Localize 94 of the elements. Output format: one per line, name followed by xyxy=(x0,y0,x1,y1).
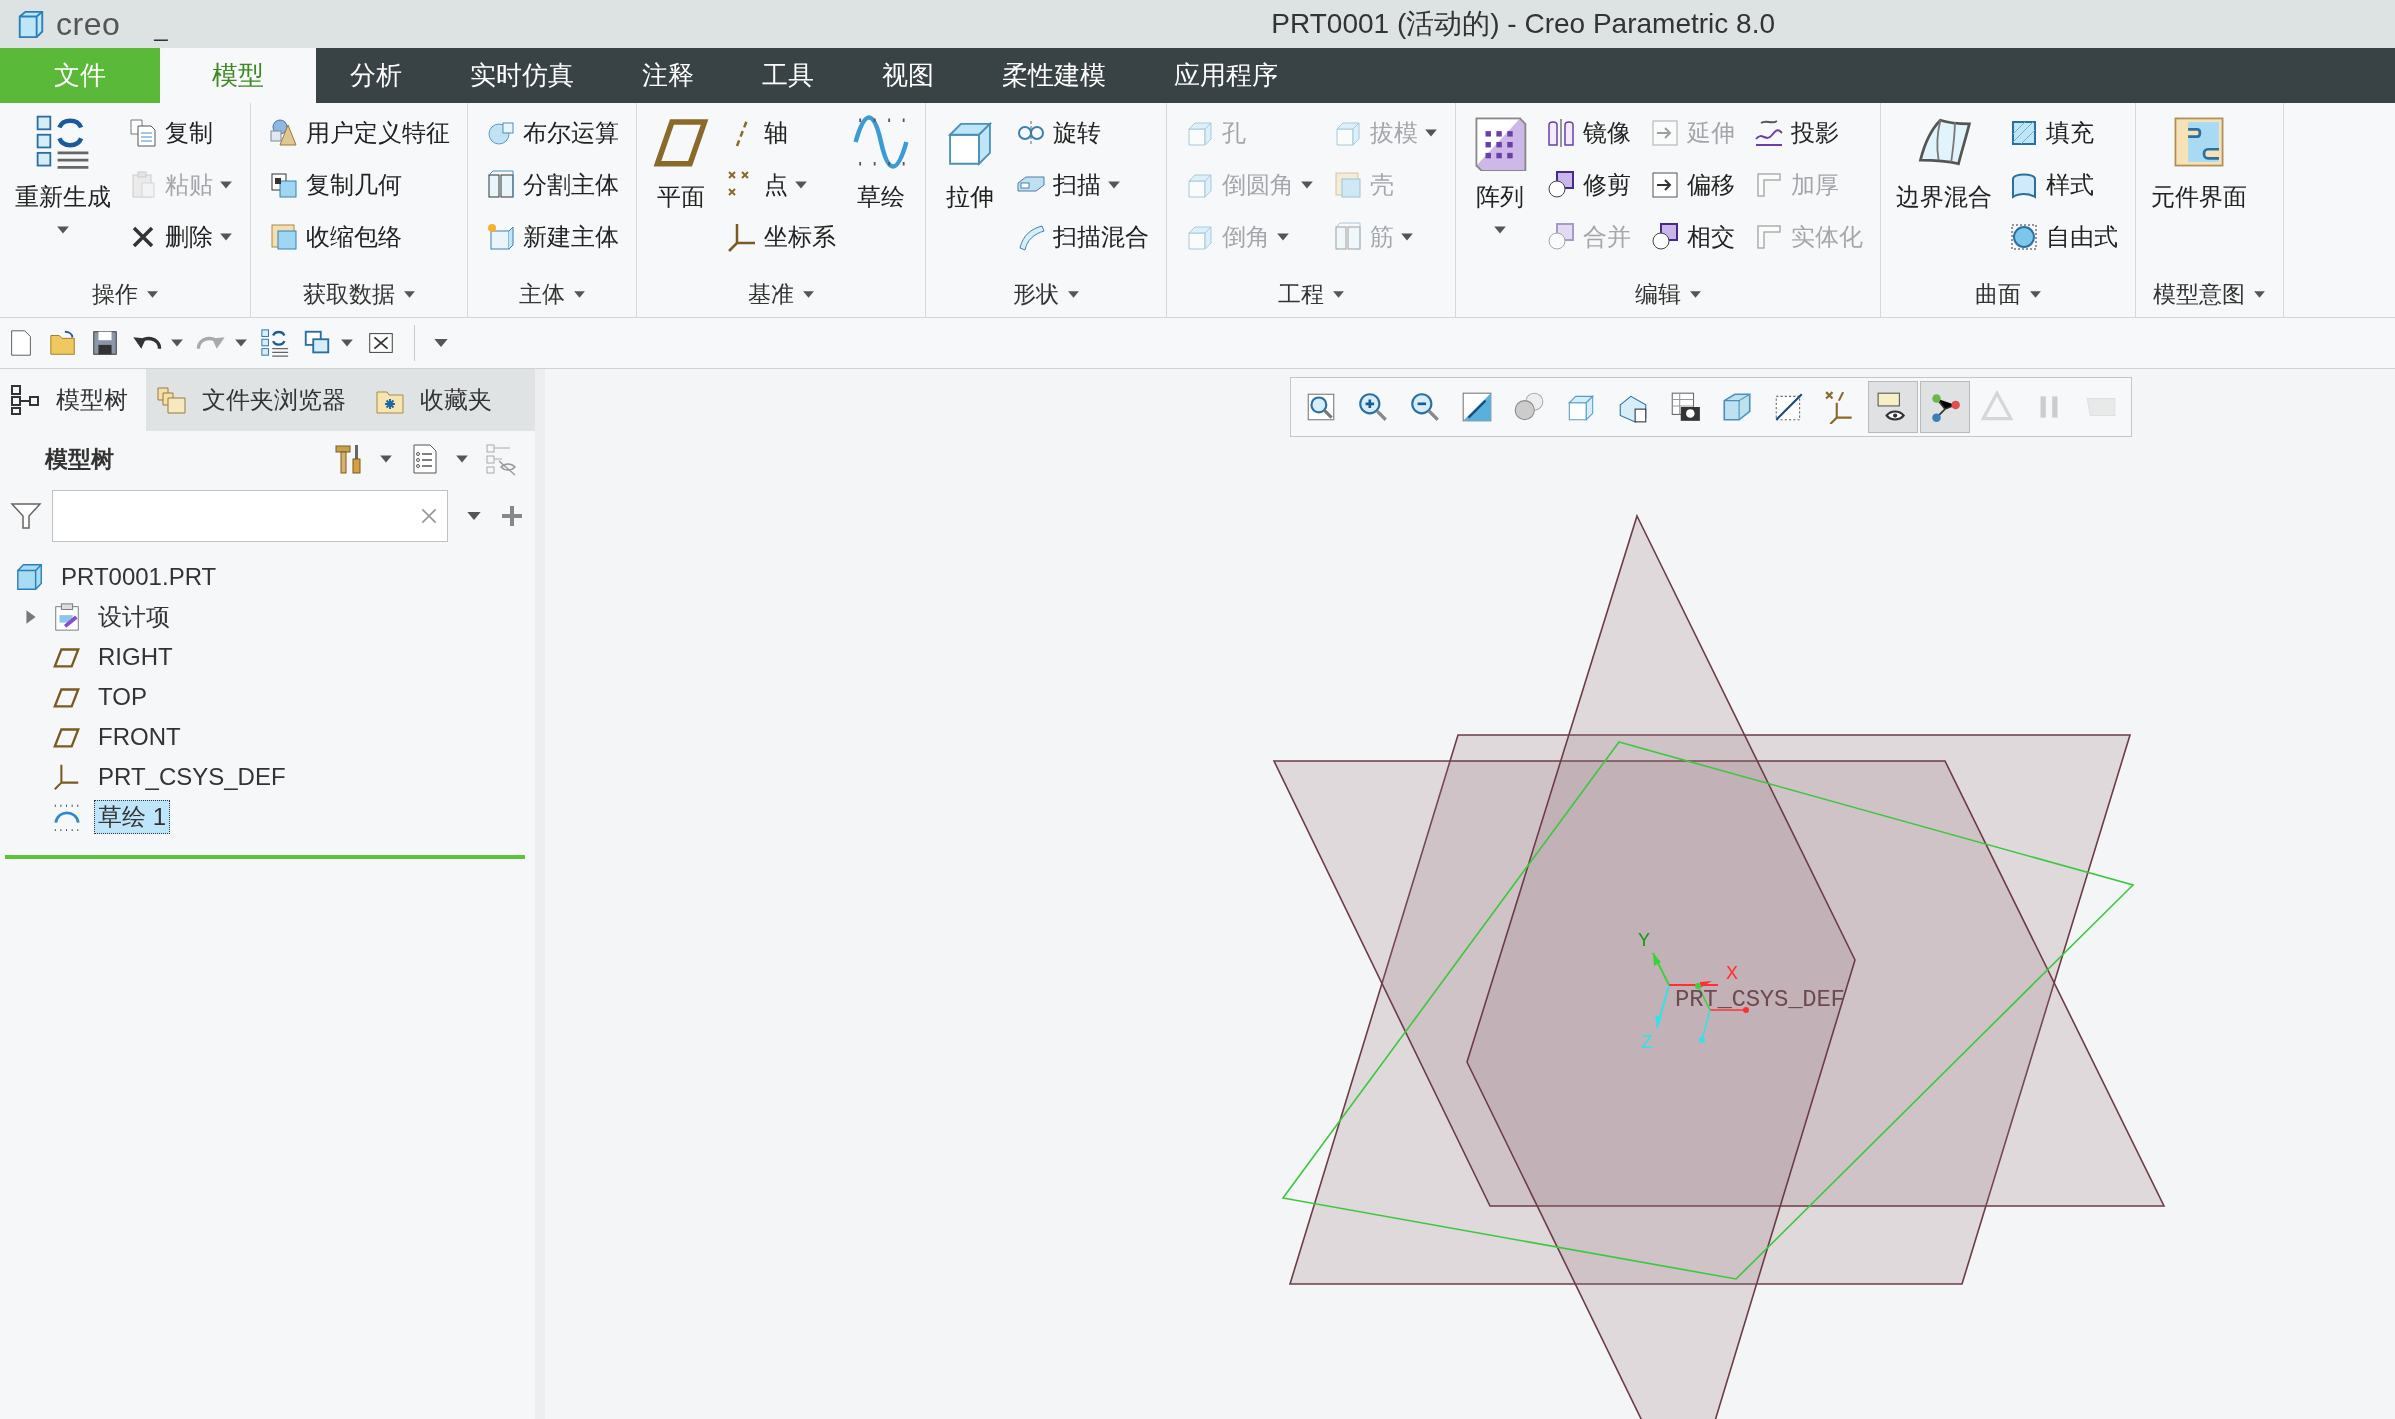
ribbon-button[interactable]: 阵列 xyxy=(1467,107,1533,267)
sketch-arc-icon xyxy=(52,802,82,832)
group-menu-button[interactable]: 编辑 xyxy=(1628,271,1708,317)
tree-item[interactable]: FRONT xyxy=(94,722,185,752)
group-menu-button[interactable]: 操作 xyxy=(85,271,165,317)
ribbon-button[interactable]: 删除 xyxy=(121,211,239,263)
group-menu-button[interactable]: 获取数据 xyxy=(296,271,422,317)
group-menu-button[interactable]: 形状 xyxy=(1006,271,1086,317)
ribbon-button[interactable]: 重新生成 xyxy=(11,107,115,267)
nodes-button[interactable] xyxy=(1921,382,1969,432)
zoom-in-icon xyxy=(1356,390,1390,424)
filter-icon xyxy=(10,500,42,532)
clipboard-icon xyxy=(52,602,82,632)
group-menu-button[interactable]: 基准 xyxy=(741,271,821,317)
folders-icon xyxy=(156,384,188,416)
axis-label: Y xyxy=(1638,929,1650,952)
ribbon-tab[interactable]: 工具 xyxy=(728,48,848,103)
group-menu-button[interactable]: 工程 xyxy=(1271,271,1351,317)
ribbon-button[interactable]: 镜像 xyxy=(1539,107,1637,159)
search-field[interactable] xyxy=(52,490,448,542)
tree-icon xyxy=(10,384,42,416)
curve-icon xyxy=(1753,117,1785,149)
tree-item[interactable]: RIGHT xyxy=(94,642,177,672)
group-menu-button[interactable]: 模型意图 xyxy=(2147,271,2272,317)
ribbon-button[interactable]: 自由式 xyxy=(2002,211,2124,263)
ribbon-button[interactable]: 扫描 xyxy=(1009,159,1155,211)
tree-item[interactable]: PRT0001.PRT xyxy=(57,562,221,592)
ribbon-button[interactable]: 坐标系 xyxy=(720,211,842,263)
ribbon-button[interactable]: 拉伸 xyxy=(937,107,1003,267)
ribbon-tab[interactable]: 柔性建模 xyxy=(968,48,1140,103)
panel-tab[interactable]: 收藏夹 xyxy=(364,369,510,431)
ribbon-button[interactable]: 偏移 xyxy=(1643,159,1741,211)
app-logo-icon xyxy=(16,9,46,39)
ribbon-tab[interactable]: 实时仿真 xyxy=(436,48,608,103)
tree-item[interactable]: 草绘 1 xyxy=(94,800,170,834)
ribbon-button[interactable]: 样式 xyxy=(2002,159,2124,211)
sphere-in-box-icon xyxy=(2008,221,2040,253)
ribbon-button[interactable]: 扫描混合 xyxy=(1009,211,1155,263)
ribbon-tab[interactable]: 应用程序 xyxy=(1140,48,1312,103)
split-cube-icon xyxy=(485,169,517,201)
ribbon-button[interactable]: 边界混合 xyxy=(1892,107,1996,267)
ribbon-button[interactable]: 收缩包络 xyxy=(262,211,456,263)
open-folder-icon xyxy=(48,328,78,358)
ribbon-button[interactable]: 填充 xyxy=(2002,107,2124,159)
part-cube-icon xyxy=(15,562,45,592)
window-title: PRT0001 (活动的) - Creo Parametric 8.0 xyxy=(1271,7,1775,41)
zoom-out-icon xyxy=(1408,390,1442,424)
ribbon-button[interactable]: 平面 xyxy=(648,107,714,267)
eye-box-button[interactable] xyxy=(1869,382,1917,432)
ribbon-button[interactable]: 相交 xyxy=(1643,211,1741,263)
new-cube-icon xyxy=(485,221,517,253)
ribbon-button[interactable]: 复制几何 xyxy=(262,159,456,211)
ribbon-button[interactable]: 草绘 xyxy=(848,107,914,267)
save-icon xyxy=(90,328,120,358)
mirror-icon xyxy=(1545,117,1577,149)
ribbon-button[interactable]: 分割主体 xyxy=(479,159,625,211)
ribbon-tab[interactable]: 注释 xyxy=(608,48,728,103)
ribbon-button[interactable]: 点 xyxy=(720,159,842,211)
axis-label: Z xyxy=(1641,1031,1653,1054)
group-menu-button[interactable]: 曲面 xyxy=(1968,271,2048,317)
redo-icon xyxy=(196,335,226,351)
panel-tab[interactable]: 文件夹浏览器 xyxy=(146,369,364,431)
hidden-tree-icon xyxy=(485,442,517,476)
nested-squares-icon xyxy=(268,221,300,253)
ribbon-button[interactable]: 元件界面 xyxy=(2147,107,2251,267)
ribbon-tab[interactable]: 视图 xyxy=(848,48,968,103)
add-icon[interactable] xyxy=(500,504,524,528)
pages-icon xyxy=(127,117,159,149)
ribbon-button[interactable]: 布尔运算 xyxy=(479,107,625,159)
ribbon-tab[interactable]: 分析 xyxy=(316,48,436,103)
ribbon-button[interactable]: 用户定义特征 xyxy=(262,107,456,159)
tree-item[interactable]: 设计项 xyxy=(94,600,174,634)
repaint-icon xyxy=(1460,390,1494,424)
panel-tab[interactable]: 模型树 xyxy=(0,369,146,431)
sphere-cone-icon xyxy=(268,117,300,149)
coordinate-axes-icon xyxy=(726,221,758,253)
wire-cube-icon xyxy=(1720,390,1754,424)
ribbon-button[interactable]: 旋转 xyxy=(1009,107,1155,159)
ribbon-tab[interactable]: 模型 xyxy=(160,48,316,103)
group-menu-button[interactable]: 主体 xyxy=(512,271,592,317)
ribbon-button[interactable]: 轴 xyxy=(720,107,842,159)
minimize-button[interactable]: _ xyxy=(154,14,168,48)
app-logo: creo xyxy=(56,5,121,43)
ribbon-button[interactable]: 新建主体 xyxy=(479,211,625,263)
undo-icon xyxy=(132,335,162,351)
tree-item[interactable]: PRT_CSYS_DEF xyxy=(94,762,290,792)
tree-item[interactable]: TOP xyxy=(94,682,151,712)
sine-curve-icon xyxy=(852,113,910,171)
panel-title: 模型树 xyxy=(45,444,114,474)
clear-icon[interactable] xyxy=(419,506,439,526)
ribbon-button[interactable]: 修剪 xyxy=(1539,159,1637,211)
ribbon-button[interactable]: 复制 xyxy=(121,107,239,159)
axis-label: X xyxy=(1726,962,1738,985)
ribbon-button[interactable]: 投影 xyxy=(1747,107,1869,159)
